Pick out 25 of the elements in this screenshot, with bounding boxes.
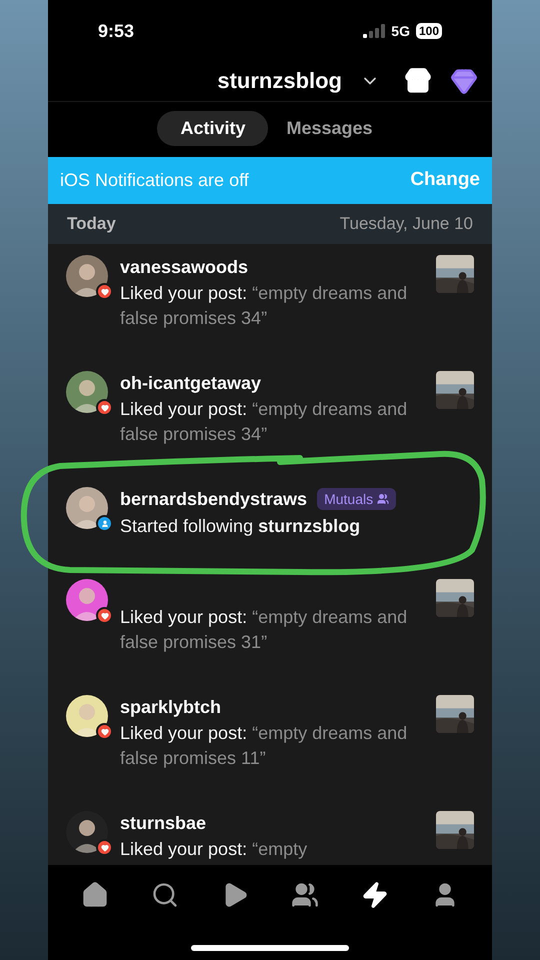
tab[interactable]: Activity bbox=[157, 111, 268, 146]
banner-text: iOS Notifications are off bbox=[60, 169, 249, 192]
username[interactable]: vanessawoods bbox=[120, 255, 248, 279]
clock: 9:53 bbox=[98, 20, 134, 42]
section-date: Tuesday, June 10 bbox=[340, 213, 473, 236]
battery-icon: 100 bbox=[416, 23, 442, 39]
mutuals-badge: Mutuals bbox=[317, 488, 396, 510]
section-title: Today bbox=[67, 213, 116, 236]
notification-text: Liked your post: “empty dreams and false promises 34” bbox=[120, 398, 408, 446]
notification-text: Liked your post: “empty dreams and false promises 11” bbox=[120, 722, 408, 770]
shop-icon[interactable] bbox=[404, 66, 432, 94]
person-icon bbox=[96, 515, 113, 532]
notification-text: Liked your post: “empty dreams and false promises 34” bbox=[120, 282, 408, 330]
network-label: 5G bbox=[391, 22, 410, 40]
signal-icon bbox=[363, 24, 386, 38]
username[interactable]: sturnsbae bbox=[120, 811, 206, 835]
username[interactable]: bernardsbendystraws bbox=[120, 487, 308, 511]
blog-name[interactable]: sturnzsblog bbox=[217, 64, 342, 97]
notification-text: Liked your post: “empty bbox=[120, 838, 308, 861]
notification-text: Started following sturnzsblog bbox=[120, 515, 362, 538]
tab[interactable]: Messages bbox=[276, 111, 383, 146]
username[interactable]: oh-icantgetaway bbox=[120, 371, 262, 395]
gem-icon[interactable] bbox=[450, 66, 478, 94]
notification-text: Liked your post: “empty dreams and false promises 31” bbox=[120, 606, 408, 654]
username[interactable]: sparklybtch bbox=[120, 695, 222, 719]
